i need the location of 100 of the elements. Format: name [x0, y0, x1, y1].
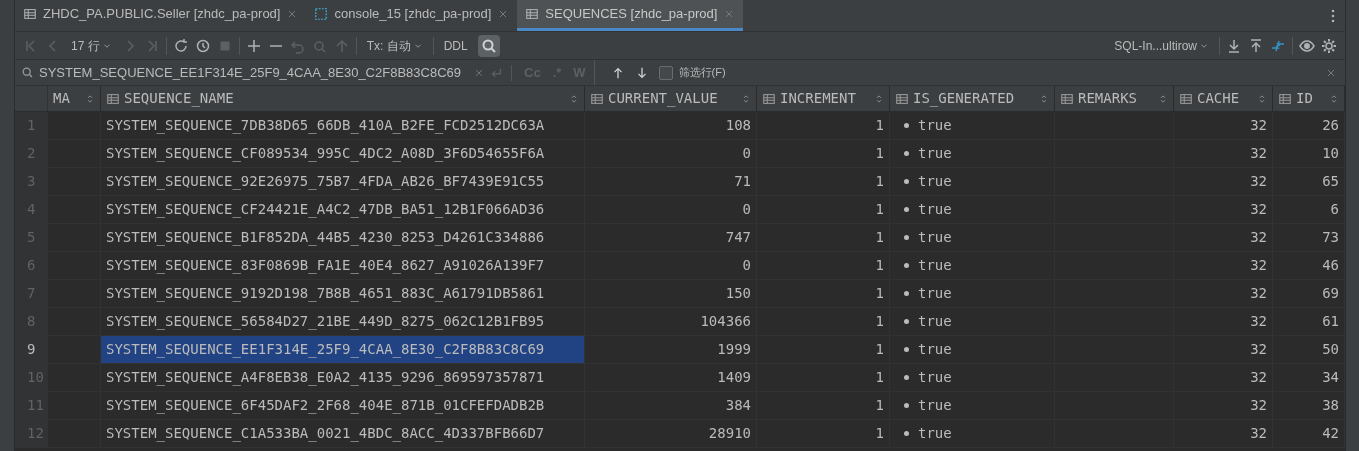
sort-icon[interactable]	[1158, 93, 1168, 104]
table-cell: 150	[585, 280, 757, 307]
ddl-button[interactable]: DDL	[439, 36, 472, 55]
bullet-icon	[904, 235, 909, 240]
table-cell: true	[890, 364, 1055, 391]
table-cell: 1	[757, 420, 890, 447]
table-cell: true	[890, 224, 1055, 251]
transaction-dropdown[interactable]: Tx: 自动	[362, 36, 427, 55]
table-icon[interactable]	[1060, 91, 1074, 106]
table-cell: 32	[1174, 112, 1273, 139]
table-cell: 1	[757, 168, 890, 195]
table-cell: true	[890, 112, 1055, 139]
table-icon[interactable]	[106, 91, 120, 106]
upload-icon[interactable]	[1248, 37, 1264, 54]
add-icon[interactable]	[245, 37, 262, 54]
filter-checkbox[interactable]	[658, 65, 673, 80]
table-cell: 1	[757, 252, 890, 279]
bullet-icon	[904, 291, 909, 296]
console-icon[interactable]	[314, 7, 329, 21]
bullet-icon	[904, 263, 909, 268]
sort-icon[interactable]	[1329, 93, 1339, 104]
bullet-icon	[904, 403, 909, 408]
row-number: 9	[15, 336, 48, 363]
bullet-icon	[904, 123, 909, 128]
table-cell: 1	[757, 364, 890, 391]
table-cell: 32	[1174, 280, 1273, 307]
search-icon[interactable]	[21, 65, 35, 80]
sort-icon[interactable]	[569, 93, 579, 104]
column-header[interactable]: IS_GENERATED	[890, 86, 1055, 111]
table-cell: 71	[585, 168, 757, 195]
table-cell: 1	[757, 308, 890, 335]
table-cell: true	[890, 392, 1055, 419]
editor-tab[interactable]: ZHDC_PA.PUBLIC.Seller [zhdc_pa-prod]	[15, 0, 307, 31]
table-cell: 0	[585, 252, 757, 279]
table-cell: true	[890, 280, 1055, 307]
column-header[interactable]: CURRENT_VALUE	[585, 86, 757, 111]
table-cell: SYSTEM_SEQUENCE_EE1F314E_25F9_4CAA_8E30_C2F8B83C8C69	[101, 336, 585, 363]
table-cell: 32	[1174, 392, 1273, 419]
table-cell: 1	[757, 224, 890, 251]
table-cell: 104366	[585, 308, 757, 335]
table-cell: SYSTEM_SEQUENCE_B1F852DA_44B5_4230_8253_D4261C334886	[101, 224, 585, 251]
table-icon[interactable]	[23, 7, 37, 21]
table-icon[interactable]	[590, 91, 604, 106]
table-cell: true	[890, 308, 1055, 335]
table-cell: SYSTEM_SEQUENCE_83F0869B_FA1E_40E4_8627_A91026A139F7	[101, 252, 585, 279]
table-cell: 32	[1174, 168, 1273, 195]
bullet-icon	[904, 207, 909, 212]
sort-icon[interactable]	[741, 93, 751, 104]
editor-tab[interactable]: console_15 [zhdc_pa-prod]	[306, 0, 518, 31]
format-dropdown[interactable]: SQL-In...ultirow	[1110, 36, 1213, 55]
history-icon[interactable]	[194, 37, 211, 54]
bullet-icon	[904, 431, 909, 436]
column-header[interactable]: INCREMENT	[757, 86, 890, 111]
table-cell: SYSTEM_SEQUENCE_56584D27_21BE_449D_8275_062C12B1FB95	[101, 308, 585, 335]
eye-icon[interactable]	[1299, 37, 1315, 54]
table-cell: 32	[1174, 364, 1273, 391]
table-cell: SYSTEM_SEQUENCE_92E26975_75B7_4FDA_AB26_BF7439E91C55	[101, 168, 585, 195]
table-cell: SYSTEM_SEQUENCE_9192D198_7B8B_4651_883C_A61791DB5861	[101, 280, 585, 307]
table-icon[interactable]	[895, 91, 909, 106]
table-cell: 32	[1174, 308, 1273, 335]
page-size-dropdown[interactable]: 17 行	[67, 36, 116, 55]
table-icon[interactable]	[1179, 91, 1193, 106]
table-cell: SYSTEM_SEQUENCE_A4F8EB38_E0A2_4135_9296_869597357871	[101, 364, 585, 391]
column-header[interactable]: SEQUENCE_NAME	[101, 86, 585, 111]
bullet-icon	[904, 347, 909, 352]
table-cell: 1	[757, 112, 890, 139]
bullet-icon	[904, 375, 909, 380]
sort-icon[interactable]	[1257, 93, 1267, 104]
table-cell: SYSTEM_SEQUENCE_CF24421E_A4C2_47DB_BA51_12B1F066AD36	[101, 196, 585, 223]
table-icon[interactable]	[525, 7, 540, 21]
bullet-icon	[904, 319, 909, 324]
download-icon[interactable]	[1226, 37, 1242, 54]
sort-icon[interactable]	[85, 93, 95, 104]
table-cell: true	[890, 140, 1055, 167]
table-cell: true	[890, 252, 1055, 279]
search-text: SYSTEM_SEQUENCE_EE1F314E_25F9_4CAA_8E30_C2F8B83C8C69	[39, 63, 461, 82]
bullet-icon	[904, 151, 909, 156]
settings-icon[interactable]	[1321, 37, 1337, 54]
table-cell: 32	[1174, 336, 1273, 363]
table-cell: SYSTEM_SEQUENCE_C1A533BA_0021_4BDC_8ACC_4D337BFB66D7	[101, 420, 585, 447]
table-cell: true	[890, 420, 1055, 447]
table-cell: SYSTEM_SEQUENCE_CF089534_995C_4DC2_A08D_3F6D54655F6A	[101, 140, 585, 167]
table-icon[interactable]	[1278, 91, 1292, 106]
table-icon[interactable]	[762, 91, 776, 106]
sort-icon[interactable]	[874, 93, 884, 104]
table-cell: true	[890, 336, 1055, 363]
table-cell: 1	[757, 392, 890, 419]
column-header[interactable]: REMARKS	[1055, 86, 1174, 111]
table-cell: 32	[1174, 196, 1273, 223]
table-cell: 108	[585, 112, 757, 139]
sort-icon[interactable]	[1039, 93, 1049, 104]
table-cell: 1	[757, 140, 890, 167]
editor-tab[interactable]: SEQUENCES [zhdc_pa-prod]	[517, 0, 744, 31]
table-cell: 1	[757, 196, 890, 223]
column-header[interactable]: CACHE	[1174, 86, 1273, 111]
bullet-icon	[904, 179, 909, 184]
refresh-icon[interactable]	[172, 37, 189, 54]
column-header[interactable]: MA	[48, 86, 101, 111]
table-cell: 1	[757, 336, 890, 363]
table-cell: SYSTEM_SEQUENCE_7DB38D65_66DB_410A_B2FE_FCD2512DC63A	[101, 112, 585, 139]
